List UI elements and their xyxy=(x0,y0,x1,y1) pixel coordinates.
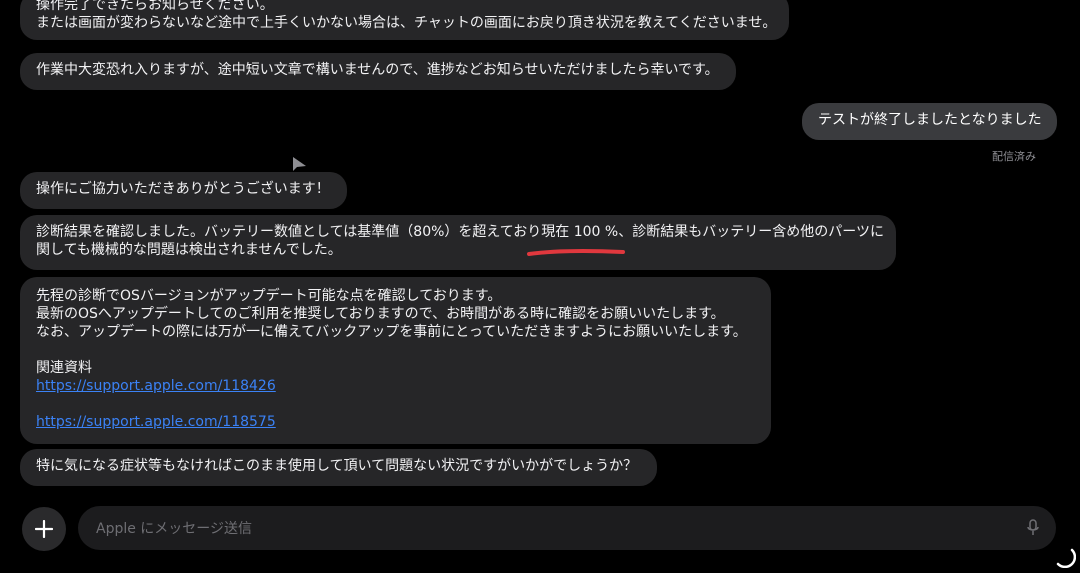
message-text: 最新のOSへアップデートしてのご利用を推奨しておりますので、お時間がある時に確認… xyxy=(36,306,725,322)
message-text: または画面が変わらないなど途中で上手くいかない場合は、チャットの画面にお戻り頂き… xyxy=(36,15,777,31)
loading-indicator-icon xyxy=(1056,548,1076,568)
support-link[interactable]: https://support.apple.com/118426 xyxy=(36,377,755,395)
message-input-placeholder: Apple にメッセージ送信 xyxy=(96,521,253,537)
microphone-icon[interactable] xyxy=(1026,519,1040,537)
support-link[interactable]: https://support.apple.com/118575 xyxy=(36,413,755,431)
message-text: テストが終了しましたとなりました xyxy=(818,112,1042,128)
add-attachment-button[interactable] xyxy=(22,507,66,551)
message-text: 先程の診断でOSバージョンがアップデート可能な点を確認しております。 xyxy=(36,288,502,304)
message-text: 操作にご協力いただきありがとうございます！ xyxy=(36,181,330,197)
incoming-message: 操作にご協力いただきありがとうございます！ xyxy=(15,172,347,212)
red-underline-annotation xyxy=(527,248,625,256)
plus-icon xyxy=(35,520,53,538)
message-input[interactable]: Apple にメッセージ送信 xyxy=(78,506,1056,550)
message-text: 特に気になる症状等もなければこのまま使用して頂いて問題ない状況ですがいかがでしょ… xyxy=(36,458,638,474)
outgoing-message: テストが終了しましたとなりました xyxy=(802,103,1062,143)
incoming-message: 特に気になる症状等もなければこのまま使用して頂いて問題ない状況ですがいかがでしょ… xyxy=(15,449,657,489)
incoming-message: 先程の診断でOSバージョンがアップデート可能な点を確認しております。 最新のOS… xyxy=(20,277,771,444)
message-text: 作業中大変恐れ入りますが、途中短い文章で構いませんので、進捗などお知らせいただけ… xyxy=(36,62,719,78)
message-text: 診断結果を確認しました。バッテリー数値としては基準値（80%）を超えており現在 … xyxy=(36,224,884,240)
message-text: 関しても機械的な問題は検出されませんでした。 xyxy=(36,242,342,258)
message-text: なお、アップデートの際には万が一に備えてバックアップを事前にとっていただきますよ… xyxy=(36,324,747,340)
incoming-message: 作業中大変恐れ入りますが、途中短い文章で構いませんので、進捗などお知らせいただけ… xyxy=(15,53,736,93)
incoming-message: 操作完了できたらお知らせください。 または画面が変わらないなど途中で上手くいかな… xyxy=(20,0,789,40)
message-text: 操作完了できたらお知らせください。 xyxy=(36,0,274,13)
incoming-message: 診断結果を確認しました。バッテリー数値としては基準値（80%）を超えており現在 … xyxy=(15,215,896,273)
related-heading: 関連資料 xyxy=(36,360,92,376)
delivery-status: 配信済み xyxy=(992,150,1036,163)
chat-screen: { "messages": { "m1": { "line1": "操作完了でき… xyxy=(0,0,1080,573)
